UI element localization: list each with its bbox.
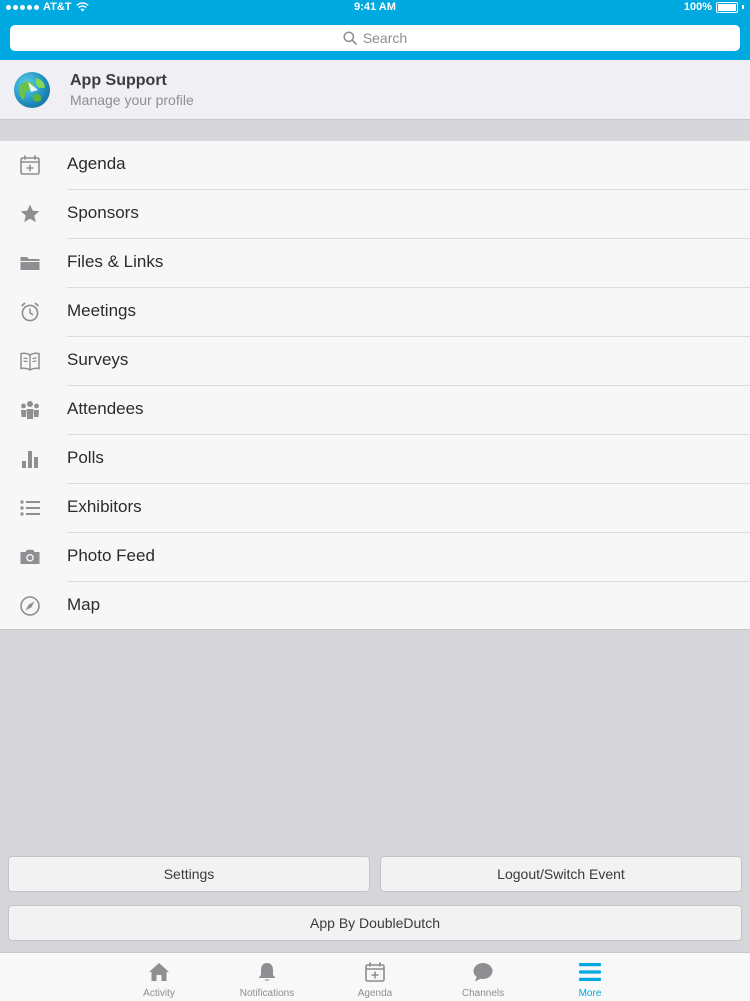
menu-item-agenda[interactable]: Agenda bbox=[0, 141, 750, 190]
tab-agenda[interactable]: Agenda bbox=[320, 953, 430, 1001]
menu-item-label: Surveys bbox=[67, 350, 129, 369]
settings-button[interactable]: Settings bbox=[8, 856, 370, 892]
menu-item-files-links[interactable]: Files & Links bbox=[0, 239, 750, 288]
tab-bar: Activity Notifications Agenda Channels M… bbox=[0, 952, 750, 1001]
menu-item-attendees[interactable]: Attendees bbox=[0, 386, 750, 435]
profile-row[interactable]: App Support Manage your profile bbox=[0, 60, 750, 120]
menu-item-label: Polls bbox=[67, 448, 104, 467]
tab-notifications[interactable]: Notifications bbox=[212, 953, 322, 1001]
header: AT&T 9:41 AM 100% Search bbox=[0, 0, 750, 60]
tab-label: More bbox=[578, 988, 602, 999]
tab-activity[interactable]: Activity bbox=[104, 953, 214, 1001]
menu-item-label: Agenda bbox=[67, 154, 126, 173]
status-bar: AT&T 9:41 AM 100% bbox=[0, 0, 750, 16]
bar-chart-icon bbox=[19, 448, 41, 470]
settings-button-label: Settings bbox=[163, 866, 215, 882]
compass-icon bbox=[19, 595, 41, 617]
status-right: 100% bbox=[684, 1, 744, 13]
calendar-icon bbox=[19, 154, 41, 176]
search-icon bbox=[343, 31, 357, 45]
logout-switch-event-button[interactable]: Logout/Switch Event bbox=[380, 856, 742, 892]
tab-more[interactable]: More bbox=[535, 953, 645, 1001]
tab-channels[interactable]: Channels bbox=[428, 953, 538, 1001]
menu-list: Agenda Sponsors Files & Links Meetings S… bbox=[0, 140, 750, 630]
camera-icon bbox=[19, 546, 41, 568]
tab-label: Channels bbox=[461, 988, 505, 999]
star-icon bbox=[19, 203, 41, 225]
app-by-doubledutch-button[interactable]: App By DoubleDutch bbox=[8, 905, 742, 941]
menu-item-label: Photo Feed bbox=[67, 546, 155, 565]
battery-percentage: 100% bbox=[683, 1, 712, 13]
calendar-icon bbox=[320, 961, 430, 983]
people-icon bbox=[19, 399, 41, 421]
globe-logo-icon bbox=[19, 78, 45, 102]
menu-item-exhibitors[interactable]: Exhibitors bbox=[0, 484, 750, 533]
home-icon bbox=[104, 961, 214, 983]
tab-label: Activity bbox=[143, 988, 175, 999]
tab-label: Agenda bbox=[357, 988, 393, 999]
bell-icon bbox=[212, 961, 322, 983]
menu-item-label: Attendees bbox=[67, 399, 144, 418]
menu-item-label: Files & Links bbox=[67, 252, 164, 271]
menu-item-map[interactable]: Map bbox=[0, 582, 750, 631]
menu-item-polls[interactable]: Polls bbox=[0, 435, 750, 484]
menu-item-photo-feed[interactable]: Photo Feed bbox=[0, 533, 750, 582]
alarm-clock-icon bbox=[19, 301, 41, 323]
menu-item-label: Meetings bbox=[67, 301, 136, 320]
hamburger-menu-icon bbox=[535, 961, 645, 983]
menu-item-label: Exhibitors bbox=[67, 497, 142, 516]
folder-icon bbox=[19, 252, 41, 274]
menu-item-label: Map bbox=[67, 595, 101, 614]
logout-button-label: Logout/Switch Event bbox=[497, 866, 625, 882]
avatar bbox=[14, 72, 50, 108]
menu-item-sponsors[interactable]: Sponsors bbox=[0, 190, 750, 239]
search-placeholder: Search bbox=[362, 30, 408, 46]
menu-item-label: Sponsors bbox=[67, 203, 139, 222]
profile-subtitle: Manage your profile bbox=[70, 92, 194, 108]
search-input[interactable]: Search bbox=[10, 25, 740, 51]
menu-item-meetings[interactable]: Meetings bbox=[0, 288, 750, 337]
tab-label: Notifications bbox=[239, 988, 295, 999]
profile-title: App Support bbox=[70, 72, 167, 89]
app-by-button-label: App By DoubleDutch bbox=[310, 915, 440, 931]
status-time: 9:41 AM bbox=[354, 1, 396, 13]
list-icon bbox=[19, 497, 41, 519]
chat-bubble-icon bbox=[428, 961, 538, 983]
battery-icon bbox=[716, 1, 738, 13]
menu-item-surveys[interactable]: Surveys bbox=[0, 337, 750, 386]
book-icon bbox=[19, 350, 41, 372]
